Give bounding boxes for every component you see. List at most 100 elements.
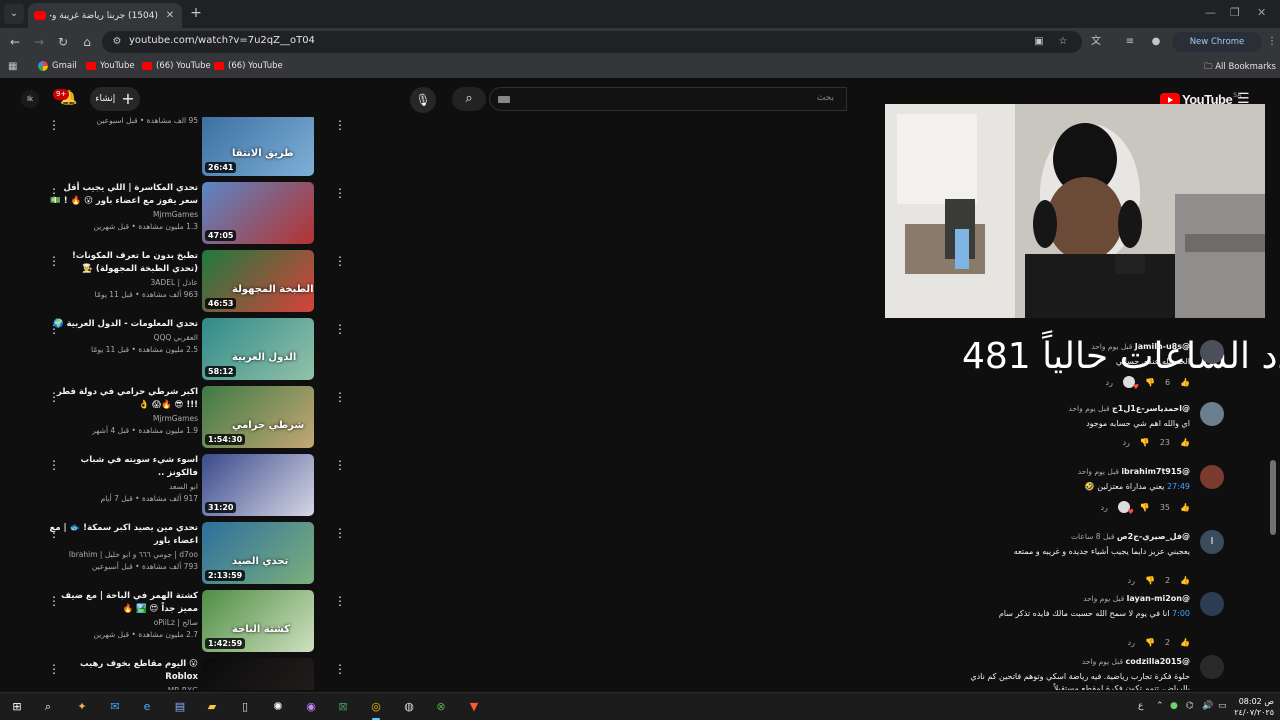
- reply-button[interactable]: رد: [1122, 438, 1129, 447]
- url-text[interactable]: youtube.com/watch?v=7u2qZ__oT04: [129, 35, 315, 46]
- more-actions-icon[interactable]: ⋮: [334, 594, 346, 608]
- comment-time[interactable]: قبل يوم واحد: [1078, 467, 1119, 476]
- video-thumbnail[interactable]: طريق الانتقا 26:41: [202, 117, 314, 176]
- file-explorer-icon[interactable]: ▰: [203, 698, 221, 716]
- openai-icon[interactable]: ✺: [269, 698, 287, 716]
- voice-search-button[interactable]: 🎙: [410, 87, 436, 113]
- video-title[interactable]: 😮 اليوم مقاطع بخوف رهيب Roblox: [48, 658, 198, 684]
- channel-name[interactable]: MjrmGames: [48, 413, 198, 425]
- create-button[interactable]: إنشاء +: [90, 87, 140, 111]
- channel-name[interactable]: العقربي QQQ: [48, 332, 198, 344]
- forward-icon[interactable]: →: [31, 34, 47, 50]
- like-icon[interactable]: 👍: [1180, 503, 1190, 512]
- video-player[interactable]: [885, 104, 1265, 318]
- reply-button[interactable]: رد: [1128, 638, 1135, 647]
- commenter-avatar[interactable]: [1200, 655, 1224, 679]
- store-icon[interactable]: ▤: [171, 698, 189, 716]
- keyboard-icon[interactable]: [498, 96, 510, 103]
- channel-name[interactable]: d7oo | جومي ٦٦٦ و ابو خليل | Ibrahim: [48, 549, 198, 561]
- more-actions-icon[interactable]: ⋮: [334, 118, 346, 132]
- battery-icon[interactable]: ▭: [1218, 701, 1227, 711]
- video-thumbnail[interactable]: الطبخة المجهولة 46:53: [202, 250, 314, 312]
- more-actions-icon[interactable]: ⋮: [334, 254, 346, 268]
- bookmark-youtube[interactable]: YouTube: [86, 61, 135, 71]
- video-thumbnail[interactable]: الدول العربية 58:12: [202, 318, 314, 380]
- dislike-icon[interactable]: 👎: [1140, 503, 1150, 512]
- volume-icon[interactable]: 🔊: [1202, 701, 1213, 711]
- translate-icon[interactable]: 文: [1088, 34, 1104, 50]
- close-window-icon[interactable]: ✕: [1257, 6, 1266, 19]
- related-video-item[interactable]: ⋮⋮😮 اليوم مقاطع بخوف رهيب RobloxMR RXGلا…: [40, 658, 346, 690]
- comment-author[interactable]: @فل_صيري-ج2ص: [1117, 532, 1190, 541]
- commenter-avatar[interactable]: [1200, 465, 1224, 489]
- video-thumbnail[interactable]: كشتة الباحة 1:42:59: [202, 590, 314, 652]
- related-video-item[interactable]: ⋮ ⋮ 95 ألف مشاهدة • قبل أسبوعين طريق الانتق…: [40, 117, 346, 176]
- more-actions-icon[interactable]: ⋮: [334, 186, 346, 200]
- commenter-avatar[interactable]: I: [1200, 530, 1224, 554]
- chrome-menu-icon[interactable]: ⋮: [1264, 34, 1280, 50]
- search-button[interactable]: ⌕: [452, 87, 486, 111]
- comment-time[interactable]: قبل يوم واحد: [1082, 657, 1123, 666]
- dislike-icon[interactable]: 👎: [1140, 438, 1150, 447]
- video-thumbnail[interactable]: شرطي حرامي 1:54:30: [202, 386, 314, 448]
- more-actions-icon[interactable]: ⋮: [334, 458, 346, 472]
- discord-icon[interactable]: ◉: [302, 698, 320, 716]
- excel-icon[interactable]: ⊠: [334, 698, 352, 716]
- comment-time[interactable]: قبل يوم واحد: [1083, 594, 1124, 603]
- address-bar[interactable]: ⚙ youtube.com/watch?v=7u2qZ__oT04 ▣ ☆: [102, 31, 1082, 53]
- comment-time[interactable]: قبل يوم واحد: [1091, 342, 1132, 351]
- tab-search-chevron-icon[interactable]: ⌄: [4, 4, 24, 24]
- related-video-item[interactable]: ⋮ ⋮ تحدي المعلومات - الدول العربية 🌍 العقرب…: [40, 318, 346, 380]
- more-actions-icon[interactable]: ⋮: [334, 322, 346, 336]
- comment-author[interactable]: @احمدياسر-ع1ل1ج: [1112, 404, 1190, 413]
- page-scrollbar[interactable]: [1270, 460, 1276, 535]
- tab-close-icon[interactable]: ✕: [164, 10, 176, 21]
- video-thumbnail[interactable]: 47:05: [202, 182, 314, 244]
- video-thumbnail[interactable]: 31:20: [202, 454, 314, 516]
- comment-author[interactable]: @ibrahim7t915: [1121, 467, 1190, 476]
- xbox-icon[interactable]: ⊗: [432, 698, 450, 716]
- notepad-icon[interactable]: ▯: [236, 698, 254, 716]
- outlook-icon[interactable]: ✉: [106, 698, 124, 716]
- home-icon[interactable]: ⌂: [79, 34, 95, 50]
- like-icon[interactable]: 👍: [1180, 638, 1190, 647]
- more-actions-icon[interactable]: ⋮: [334, 390, 346, 404]
- video-thumbnail[interactable]: 25:08: [202, 658, 314, 690]
- search-input[interactable]: بحث: [489, 87, 847, 111]
- comment-author[interactable]: @Jamilh-u8s: [1135, 342, 1190, 351]
- video-title[interactable]: تحدي المعلومات - الدول العربية 🌍: [48, 318, 198, 331]
- new-tab-button[interactable]: +: [188, 5, 204, 21]
- channel-name[interactable]: عادل | 3ADEL: [48, 277, 198, 289]
- apps-grid-icon[interactable]: ▦: [8, 61, 20, 73]
- copilot-icon[interactable]: ✦: [73, 698, 91, 716]
- bookmark-youtube-66-a[interactable]: (66) YouTube: [142, 61, 211, 71]
- video-title[interactable]: اكبر شرطي حرامي في دولة قطر !!! 😎 🔥😱 👌: [48, 386, 198, 412]
- maximize-icon[interactable]: ❐: [1230, 6, 1240, 19]
- network-icon[interactable]: ⌬: [1186, 701, 1194, 711]
- like-icon[interactable]: 👍: [1180, 438, 1190, 447]
- video-title[interactable]: كشتة الهمر في الباحة | مع ضيف مميز جداً …: [48, 590, 198, 616]
- media-controls-icon[interactable]: ≡: [1122, 34, 1138, 50]
- reload-icon[interactable]: ↻: [55, 34, 71, 50]
- comment-author[interactable]: @layan-mi2on: [1127, 594, 1190, 603]
- edge-icon[interactable]: e: [138, 698, 156, 716]
- channel-name[interactable]: صالح | oPiiLz: [48, 617, 198, 629]
- windows-start-icon[interactable]: ⊞: [8, 698, 26, 716]
- chrome-update-button[interactable]: New Chrome available: [1172, 32, 1262, 67]
- related-video-item[interactable]: ⋮ ⋮ تحدي مين يصيد اكبر سمكة! 🐟 | مع اعضاء …: [40, 522, 346, 584]
- like-icon[interactable]: 👍: [1180, 378, 1190, 387]
- comment-time[interactable]: قبل يوم واحد: [1068, 404, 1109, 413]
- more-actions-icon[interactable]: ⋮: [334, 662, 346, 676]
- account-avatar[interactable]: Ik: [21, 90, 39, 108]
- install-app-icon[interactable]: ▣: [1032, 35, 1046, 49]
- search-icon[interactable]: ⌕: [39, 698, 57, 716]
- related-video-item[interactable]: ⋮ ⋮ تحدي المكاسرة | اللي يجيب أقل سعر يفوز…: [40, 182, 346, 244]
- bookmark-youtube-66-b[interactable]: (66) YouTube: [214, 61, 283, 71]
- related-video-item[interactable]: ⋮ ⋮ اكبر شرطي حرامي في دولة قطر !!! 😎 🔥😱 👌…: [40, 386, 346, 448]
- taskbar-clock[interactable]: 08:02 ص ٢٤/٠٧/٢٠٢٥: [1232, 696, 1274, 718]
- video-title[interactable]: تطبخ بدون ما تعرف المكونات! (تحدي الطبخة…: [48, 250, 198, 276]
- minimize-icon[interactable]: —: [1205, 6, 1216, 19]
- commenter-avatar[interactable]: [1200, 340, 1224, 364]
- dislike-icon[interactable]: 👎: [1145, 638, 1155, 647]
- reply-button[interactable]: رد: [1100, 503, 1107, 512]
